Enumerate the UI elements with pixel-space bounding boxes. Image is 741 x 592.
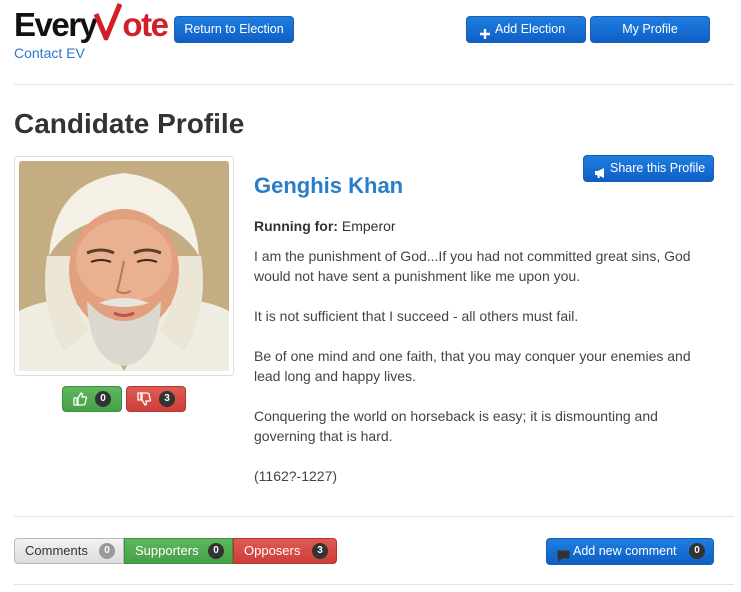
bio-paragraph: (1162?-1227) [254,468,338,484]
tab-opposers[interactable]: Opposers 3 [233,538,337,564]
logo-checkmark-v-icon [94,3,123,41]
opposers-count-badge: 3 [312,543,328,559]
bio-paragraph: I am the punishment of God...If you had … [254,248,691,284]
tab-opposers-label: Opposers [244,543,301,558]
logo-text-ote: ote [122,6,169,43]
upvote-count: 0 [95,391,111,407]
bio-paragraph: Conquering the world on horseback is eas… [254,408,658,444]
megaphone-icon [594,163,607,188]
add-new-comment-button[interactable]: Add new comment 0 [546,538,714,565]
downvote-button[interactable]: 3 [126,386,186,412]
share-profile-button[interactable]: Share this Profile [583,155,714,182]
comment-tabs: Comments 0 Supporters 0 Opposers 3 [14,538,337,564]
return-to-election-button[interactable]: Return to Election [174,16,294,43]
header-divider [14,84,734,85]
tab-comments-label: Comments [25,543,88,558]
supporters-count-badge: 0 [208,543,224,559]
share-profile-label: Share this Profile [610,161,706,175]
content-divider [14,516,734,517]
comment-icon [557,546,570,571]
add-new-comment-label: Add new comment [573,544,677,558]
contact-ev-link[interactable]: Contact EV [14,45,85,61]
candidate-portrait [19,161,229,371]
page-title: Candidate Profile [14,108,245,139]
tab-comments[interactable]: Comments 0 [14,538,124,564]
candidate-photo-frame [14,156,234,376]
tab-supporters-label: Supporters [135,543,199,558]
plus-icon [479,24,491,49]
bio-paragraph: It is not sufficient that I succeed - al… [254,308,579,324]
my-profile-button[interactable]: My Profile [590,16,710,43]
tab-supporters[interactable]: Supporters 0 [124,538,233,564]
running-for: Running for: Emperor [254,218,396,234]
logo-text-every: Every [14,6,98,43]
add-election-button[interactable]: Add Election [466,16,586,43]
downvote-count: 3 [159,391,175,407]
candidate-bio: I am the punishment of God...If you had … [254,246,714,506]
thumbs-up-icon [73,392,88,409]
candidate-name: Genghis Khan [254,173,404,198]
running-for-label: Running for: [254,218,338,234]
running-for-value: Emperor [341,218,396,234]
thumbs-down-icon [137,392,152,409]
add-election-label: Add Election [495,22,566,36]
footer-divider [14,584,734,585]
everyvote-logo[interactable]: Every ote [14,3,169,46]
add-comment-count-badge: 0 [689,543,705,559]
upvote-button[interactable]: 0 [62,386,122,412]
bio-paragraph: Be of one mind and one faith, that you m… [254,348,691,384]
comments-count-badge: 0 [99,543,115,559]
